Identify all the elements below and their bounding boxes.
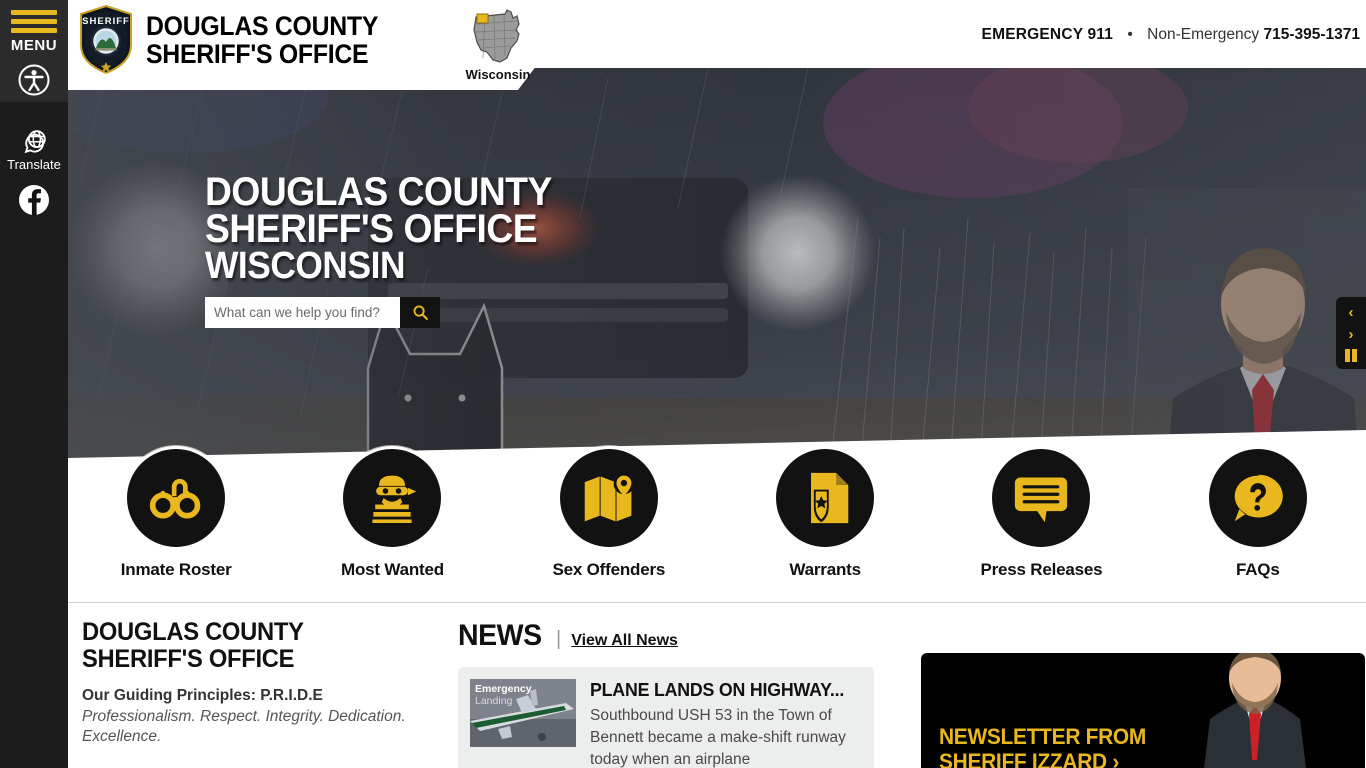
search-icon — [413, 305, 428, 320]
view-all-news-link[interactable]: View All News — [571, 632, 678, 650]
quicklinks-bar: Inmate Roster Most Wanted Sex Offenders … — [68, 446, 1366, 602]
news-item-excerpt: Southbound USH 53 in the Town of Bennett… — [590, 707, 846, 768]
quicklink-icon-circle — [773, 446, 878, 550]
page-root: DOUGLAS COUNTY SHERIFF'S OFFICE WISCONSI… — [0, 0, 1366, 768]
non-emergency-number[interactable]: 715-395-1371 — [1263, 26, 1360, 43]
news-header: NEWS | View All News — [458, 619, 898, 653]
quicklink-label: Sex Offenders — [552, 560, 666, 579]
wisconsin-map-icon — [473, 9, 520, 63]
quicklink-icon-circle — [556, 446, 661, 550]
brand-title-line2: SHERIFF'S OFFICE — [146, 39, 369, 69]
news-column: NEWS | View All News Emergency Landing P… — [458, 619, 898, 768]
brand-title-line1: DOUGLAS COUNTY — [146, 11, 379, 41]
globe-translate-icon — [24, 130, 46, 154]
accessibility-icon — [18, 64, 50, 96]
pride-body: Professionalism. Respect. Integrity. Ded… — [82, 708, 406, 745]
svg-text:SHERIFF: SHERIFF — [82, 16, 130, 27]
pride-title: Our Guiding Principles: P.R.I.D.E — [82, 687, 323, 704]
state-label: Wisconsin — [465, 67, 531, 82]
site-header: SHERIFF DOUGLAS COUNTY SHERIFF'S OFFICE — [68, 0, 1366, 90]
douglas-county-highlight — [476, 13, 489, 24]
quicklink-warrants[interactable]: Warrants — [750, 446, 900, 580]
hamburger-bar — [10, 10, 57, 15]
map-pin-icon — [584, 473, 635, 522]
left-sidebar: MENU Translate — [0, 0, 68, 768]
newsletter-line2: SHERIFF IZZARD › — [939, 749, 1120, 768]
hamburger-bar — [10, 19, 57, 24]
hero-content: DOUGLAS COUNTY SHERIFF'S OFFICE WISCONSI… — [205, 170, 578, 328]
quicklink-icon-circle — [989, 446, 1094, 550]
newsletter-text: NEWSLETTER FROM SHERIFF IZZARD › — [939, 724, 1146, 768]
hero-search-form[interactable] — [205, 297, 440, 328]
quicklink-icon-circle — [124, 446, 229, 550]
translate-button[interactable]: Translate — [7, 116, 61, 172]
quicklink-press-releases[interactable]: Press Releases — [966, 446, 1116, 580]
emergency-number: EMERGENCY 911 — [981, 26, 1114, 43]
carousel-controls[interactable]: ‹ › — [1336, 297, 1366, 369]
quicklink-most-wanted[interactable]: Most Wanted — [317, 446, 467, 580]
quicklink-faqs[interactable]: FAQs — [1183, 446, 1333, 580]
news-separator: | — [556, 628, 562, 650]
carousel-pause-icon[interactable] — [1345, 348, 1357, 362]
search-submit-button[interactable] — [400, 297, 440, 328]
thumb-label-line1: Emergency — [475, 683, 532, 695]
speech-bubble-icon — [1015, 477, 1068, 523]
thumb-label-line2: Landing — [475, 695, 513, 707]
hero-heading-line1: DOUGLAS COUNTY — [205, 170, 552, 214]
news-title: NEWS — [458, 619, 542, 652]
news-item-title[interactable]: PLANE LANDS ON HIGHWAY... — [590, 679, 851, 701]
hamburger-menu-icon[interactable] — [10, 10, 57, 33]
quicklink-label: Inmate Roster — [120, 560, 232, 579]
brand-title: DOUGLAS COUNTY SHERIFF'S OFFICE — [146, 12, 378, 68]
translate-icon-wrap — [19, 126, 49, 156]
accessibility-button[interactable] — [18, 64, 50, 96]
news-thumbnail-label: Emergency Landing — [475, 683, 532, 707]
facebook-button[interactable] — [18, 184, 50, 216]
quicklink-label: Press Releases — [980, 560, 1103, 579]
hamburger-bar — [10, 28, 57, 33]
state-map-block: Wisconsin — [463, 8, 533, 82]
header-contact: EMERGENCY 911 • Non-Emergency 715-395-13… — [982, 26, 1360, 44]
sidebar-top-group: MENU — [0, 0, 68, 102]
quicklink-icon-circle — [1205, 446, 1310, 550]
newsletter-portrait — [1204, 653, 1306, 768]
hero-heading: DOUGLAS COUNTY SHERIFF'S OFFICE WISCONSI… — [205, 170, 552, 287]
quicklink-label: Warrants — [789, 560, 861, 579]
facebook-icon — [19, 185, 49, 215]
quicklink-inmate-roster[interactable]: Inmate Roster — [101, 446, 251, 580]
translate-label: Translate — [7, 157, 61, 172]
document-shield-icon — [811, 472, 849, 524]
masked-criminal-icon — [372, 475, 417, 523]
non-emergency-label: Non-Emergency — [1147, 26, 1260, 43]
about-column: DOUGLAS COUNTY SHERIFF'S OFFICE Our Guid… — [82, 619, 432, 747]
newsletter-line1: NEWSLETTER FROM — [939, 724, 1147, 749]
site-brand[interactable]: SHERIFF DOUGLAS COUNTY SHERIFF'S OFFICE — [78, 5, 398, 75]
about-title: DOUGLAS COUNTY SHERIFF'S OFFICE — [82, 618, 304, 673]
news-card-body: PLANE LANDS ON HIGHWAY... Southbound USH… — [590, 679, 862, 768]
hero-heading-line3: WISCONSIN — [205, 245, 406, 287]
quicklink-icon-circle — [340, 446, 445, 550]
section-divider — [68, 602, 1366, 603]
contact-separator: • — [1127, 26, 1133, 43]
news-card[interactable]: Emergency Landing PLANE LANDS ON HIGHWAY… — [458, 667, 874, 768]
sheriff-badge-icon: SHERIFF — [80, 5, 132, 75]
question-bubble-icon — [1234, 474, 1283, 522]
carousel-prev-icon[interactable]: ‹ — [1349, 305, 1354, 320]
menu-label: MENU — [10, 37, 58, 54]
hero-heading-line2: SHERIFF'S OFFICE — [205, 207, 538, 251]
handcuffs-icon — [150, 478, 201, 519]
news-thumbnail: Emergency Landing — [470, 679, 576, 747]
quicklink-label: FAQs — [1235, 560, 1280, 579]
carousel-next-icon[interactable]: › — [1349, 327, 1354, 342]
search-input[interactable] — [205, 297, 400, 328]
menu-button[interactable]: MENU — [11, 6, 57, 54]
main-content: DOUGLAS COUNTY SHERIFF'S OFFICE Our Guid… — [68, 603, 1366, 768]
quicklink-sex-offenders[interactable]: Sex Offenders — [534, 446, 684, 580]
newsletter-banner[interactable]: NEWSLETTER FROM SHERIFF IZZARD › — [921, 653, 1365, 768]
quicklink-label: Most Wanted — [341, 560, 444, 579]
